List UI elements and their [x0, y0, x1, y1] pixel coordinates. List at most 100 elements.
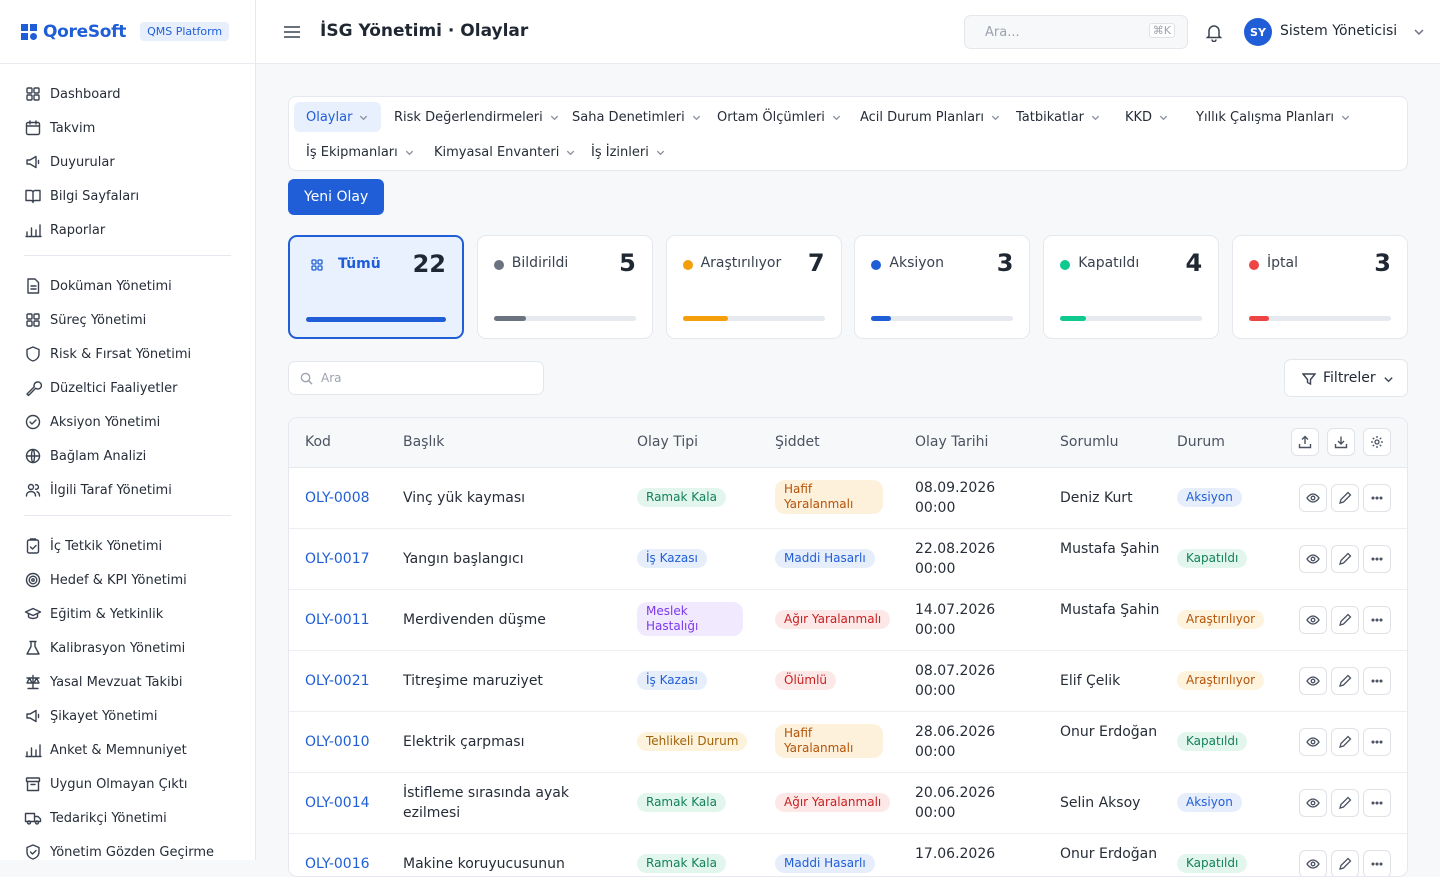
column-header-olay-tarihi[interactable]: Olay Tarihi [915, 434, 988, 450]
tab-tatbikatlar[interactable]: Tatbikatlar [1004, 102, 1113, 132]
sidebar-item-tedarikci-yonetimi[interactable]: Tedarikçi Yönetimi [24, 801, 231, 835]
more-button[interactable] [1363, 850, 1391, 876]
column-header-durum[interactable]: Durum [1177, 434, 1225, 450]
logo-mark-icon [21, 23, 37, 40]
incident-code-link[interactable]: OLY-0016 [305, 854, 375, 874]
sidebar-item-raporlar[interactable]: Raporlar [24, 213, 231, 247]
more-button[interactable] [1363, 667, 1391, 695]
column-header-olay-tipi[interactable]: Olay Tipi [637, 434, 698, 450]
incident-code-link[interactable]: OLY-0011 [305, 610, 375, 630]
sidebar-item-aksiyon-yonetimi[interactable]: Aksiyon Yönetimi [24, 405, 231, 439]
incident-code-link[interactable]: OLY-0008 [305, 488, 375, 508]
sidebar-item-dokuman-yonetimi[interactable]: Doküman Yönetimi [24, 269, 231, 303]
edit-button[interactable] [1331, 545, 1359, 573]
table-row[interactable]: OLY-0010 Elektrik çarpması Tehlikeli Durum… [289, 712, 1407, 773]
more-button[interactable] [1363, 728, 1391, 756]
more-button[interactable] [1363, 606, 1391, 634]
tab-olaylar[interactable]: Olaylar [294, 102, 382, 132]
new-incident-button[interactable]: Yeni Olay [288, 179, 385, 215]
sidebar-item-anket-memnuniyet[interactable]: Anket & Memnuniyet [24, 733, 231, 767]
edit-button[interactable] [1331, 484, 1359, 512]
menu-icon[interactable] [282, 22, 302, 42]
status-card-iptal[interactable]: İptal 3 [1232, 235, 1408, 339]
sidebar-item-label: Bilgi Sayfaları [50, 188, 140, 204]
sidebar-item-duyurular[interactable]: Duyurular [24, 145, 231, 179]
sidebar-item-hedef-kpi-yonetimi[interactable]: Hedef & KPI Yönetimi [24, 563, 231, 597]
global-search-input[interactable]: Ara... ⌘K [964, 15, 1188, 49]
tab-kkd[interactable]: KKD [1113, 102, 1181, 132]
status-card-kapatildi[interactable]: Kapatıldı 4 [1043, 235, 1220, 339]
sidebar-item-uygun-olmayan-cikti[interactable]: Uygun Olmayan Çıktı [24, 767, 231, 801]
table-row[interactable]: OLY-0008 Vinç yük kayması Ramak Kala Hafif … [289, 468, 1407, 529]
view-button[interactable] [1299, 606, 1327, 634]
tab-yillik-calisma-planlari[interactable]: Yıllık Çalışma Planları [1184, 102, 1363, 132]
view-button[interactable] [1299, 484, 1327, 512]
edit-button[interactable] [1331, 789, 1359, 817]
sidebar-item-dashboard[interactable]: Dashboard [24, 77, 231, 111]
sidebar-item-risk-firsat-yonetimi[interactable]: Risk & Fırsat Yönetimi [24, 337, 231, 371]
tab-ortam-olcumleri[interactable]: Ortam Ölçümleri [705, 102, 854, 132]
sidebar-item-egitim-yetkinlik[interactable]: Eğitim & Yetkinlik [24, 597, 231, 631]
view-button[interactable] [1299, 728, 1327, 756]
sidebar-item-yonetim-gozden-gecirme[interactable]: Yönetim Gözden Geçirme [24, 835, 231, 860]
table-row[interactable]: OLY-0014 İstifleme sırasında ayak ezilmes… [289, 773, 1407, 834]
bell-icon[interactable] [1204, 22, 1224, 42]
sidebar-item-sikayet-yonetimi[interactable]: Şikayet Yönetimi [24, 699, 231, 733]
table-row[interactable]: OLY-0017 Yangın başlangıcı İş Kazası Maddi … [289, 529, 1407, 590]
export-button[interactable] [1291, 428, 1319, 456]
logo[interactable]: QoreSoft QMS Platform [0, 0, 255, 64]
more-button[interactable] [1363, 789, 1391, 817]
view-button[interactable] [1299, 667, 1327, 695]
table-row[interactable]: OLY-0016 Makine koruyucusunun Ramak Kala Ma… [289, 834, 1407, 876]
incident-code-link[interactable]: OLY-0017 [305, 549, 375, 569]
table-row[interactable]: OLY-0021 Titreşime maruziyet İş Kazası Ölüm… [289, 651, 1407, 712]
tab-acil-durum-planlari[interactable]: Acil Durum Planları [848, 102, 1013, 132]
status-card-arastiriliyor[interactable]: Araştırılıyor 7 [665, 235, 842, 339]
more-button[interactable] [1363, 545, 1391, 573]
status-card-count: 3 [996, 249, 1014, 277]
tab-is-izinleri[interactable]: İş İzinleri [579, 137, 678, 167]
sidebar-item-baglam-analizi[interactable]: Bağlam Analizi [24, 439, 231, 473]
status-card-aksiyon[interactable]: Aksiyon 3 [854, 235, 1031, 339]
table-row[interactable]: OLY-0011 Merdivenden düşme Meslek Hastalığ… [289, 590, 1407, 651]
edit-button[interactable] [1331, 850, 1359, 876]
column-header-kod[interactable]: Kod [305, 434, 331, 450]
edit-button[interactable] [1331, 606, 1359, 634]
sidebar-item-duzeltici-faaliyetler[interactable]: Düzeltici Faaliyetler [24, 371, 231, 405]
sidebar-item-ilgili-taraf-yonetimi[interactable]: İlgili Taraf Yönetimi [24, 473, 231, 507]
chevron-down-icon[interactable] [1412, 25, 1426, 39]
sidebar-item-takvim[interactable]: Takvim [24, 111, 231, 145]
bar-chart-icon [25, 224, 42, 238]
user-name[interactable]: Sistem Yöneticisi [1280, 23, 1397, 39]
edit-button[interactable] [1331, 667, 1359, 695]
incident-title: Yangın başlangıcı [403, 551, 524, 567]
column-header-sorumlu[interactable]: Sorumlu [1060, 434, 1118, 450]
more-button[interactable] [1363, 484, 1391, 512]
import-button[interactable] [1327, 428, 1355, 456]
incident-code-link[interactable]: OLY-0010 [305, 732, 375, 752]
view-button[interactable] [1299, 789, 1327, 817]
table-settings-button[interactable] [1363, 428, 1391, 456]
tab-is-ekipmanlari[interactable]: İş Ekipmanları [294, 137, 427, 167]
sidebar-item-surec-yonetimi[interactable]: Süreç Yönetimi [24, 303, 231, 337]
sidebar-item-yasal-mevzuat-takibi[interactable]: Yasal Mevzuat Takibi [24, 665, 231, 699]
view-button[interactable] [1299, 545, 1327, 573]
sidebar-item-kalibrasyon-yonetimi[interactable]: Kalibrasyon Yönetimi [24, 631, 231, 665]
filters-button[interactable]: Filtreler [1284, 359, 1408, 397]
avatar[interactable]: SY [1244, 18, 1272, 46]
view-button[interactable] [1299, 850, 1327, 876]
status-card-bildirildi[interactable]: Bildirildi 5 [476, 235, 653, 339]
column-header-siddet[interactable]: Şiddet [775, 434, 820, 450]
sidebar-item-ic-tetkik-yonetimi[interactable]: İç Tetkik Yönetimi [24, 529, 231, 563]
tab-saha-denetimleri[interactable]: Saha Denetimleri [560, 102, 714, 132]
tab-kimyasal-envanteri[interactable]: Kimyasal Envanteri [422, 137, 588, 167]
list-search-input[interactable]: Ara [288, 361, 544, 395]
column-header-baslik[interactable]: Başlık [403, 434, 444, 450]
incident-code-link[interactable]: OLY-0014 [305, 793, 375, 813]
status-card-tumu[interactable]: Tümü 22 [288, 235, 464, 339]
tab-risk-degerlendirmeleri[interactable]: Risk Değerlendirmeleri [382, 102, 572, 132]
sidebar-item-bilgi-sayfalari[interactable]: Bilgi Sayfaları [24, 179, 231, 213]
edit-button[interactable] [1331, 728, 1359, 756]
incident-code-link[interactable]: OLY-0021 [305, 671, 375, 691]
shield-check-icon [26, 844, 40, 860]
